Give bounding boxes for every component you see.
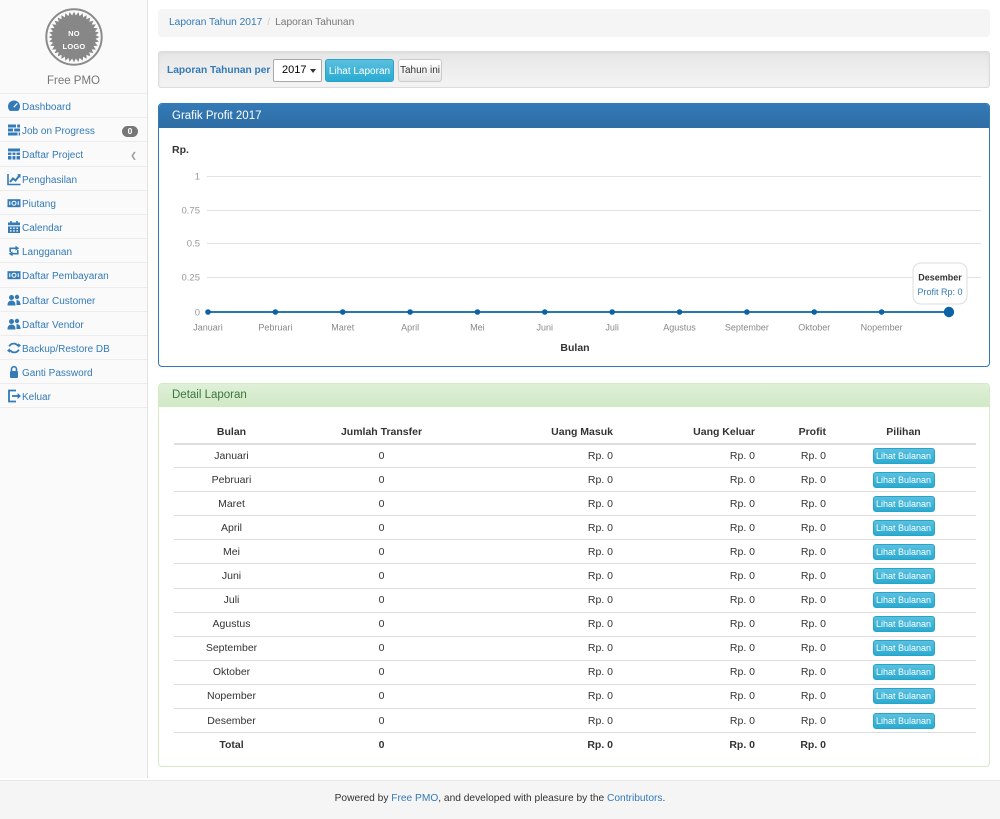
svg-text:0: 0 <box>195 308 200 319</box>
svg-text:Januari: Januari <box>193 323 223 333</box>
svg-text:Pebruari: Pebruari <box>258 323 292 333</box>
svg-text:0.75: 0.75 <box>182 206 201 217</box>
svg-text:Profit Rp: 0: Profit Rp: 0 <box>917 287 962 297</box>
svg-text:Juni: Juni <box>537 323 554 333</box>
svg-text:Nopember: Nopember <box>861 323 903 333</box>
svg-text:Oktober: Oktober <box>798 323 830 333</box>
svg-text:1: 1 <box>195 172 200 183</box>
svg-text:September: September <box>725 323 769 333</box>
svg-text:Desember: Desember <box>918 273 962 283</box>
svg-text:Mei: Mei <box>470 323 485 333</box>
svg-text:April: April <box>401 323 419 333</box>
svg-text:0.5: 0.5 <box>187 239 200 250</box>
svg-text:LOGO: LOGO <box>62 42 85 51</box>
svg-text:Juli: Juli <box>605 323 619 333</box>
svg-text:NO: NO <box>68 29 80 38</box>
svg-text:0.25: 0.25 <box>182 273 201 284</box>
svg-text:Agustus: Agustus <box>663 323 696 333</box>
svg-text:Maret: Maret <box>331 323 355 333</box>
